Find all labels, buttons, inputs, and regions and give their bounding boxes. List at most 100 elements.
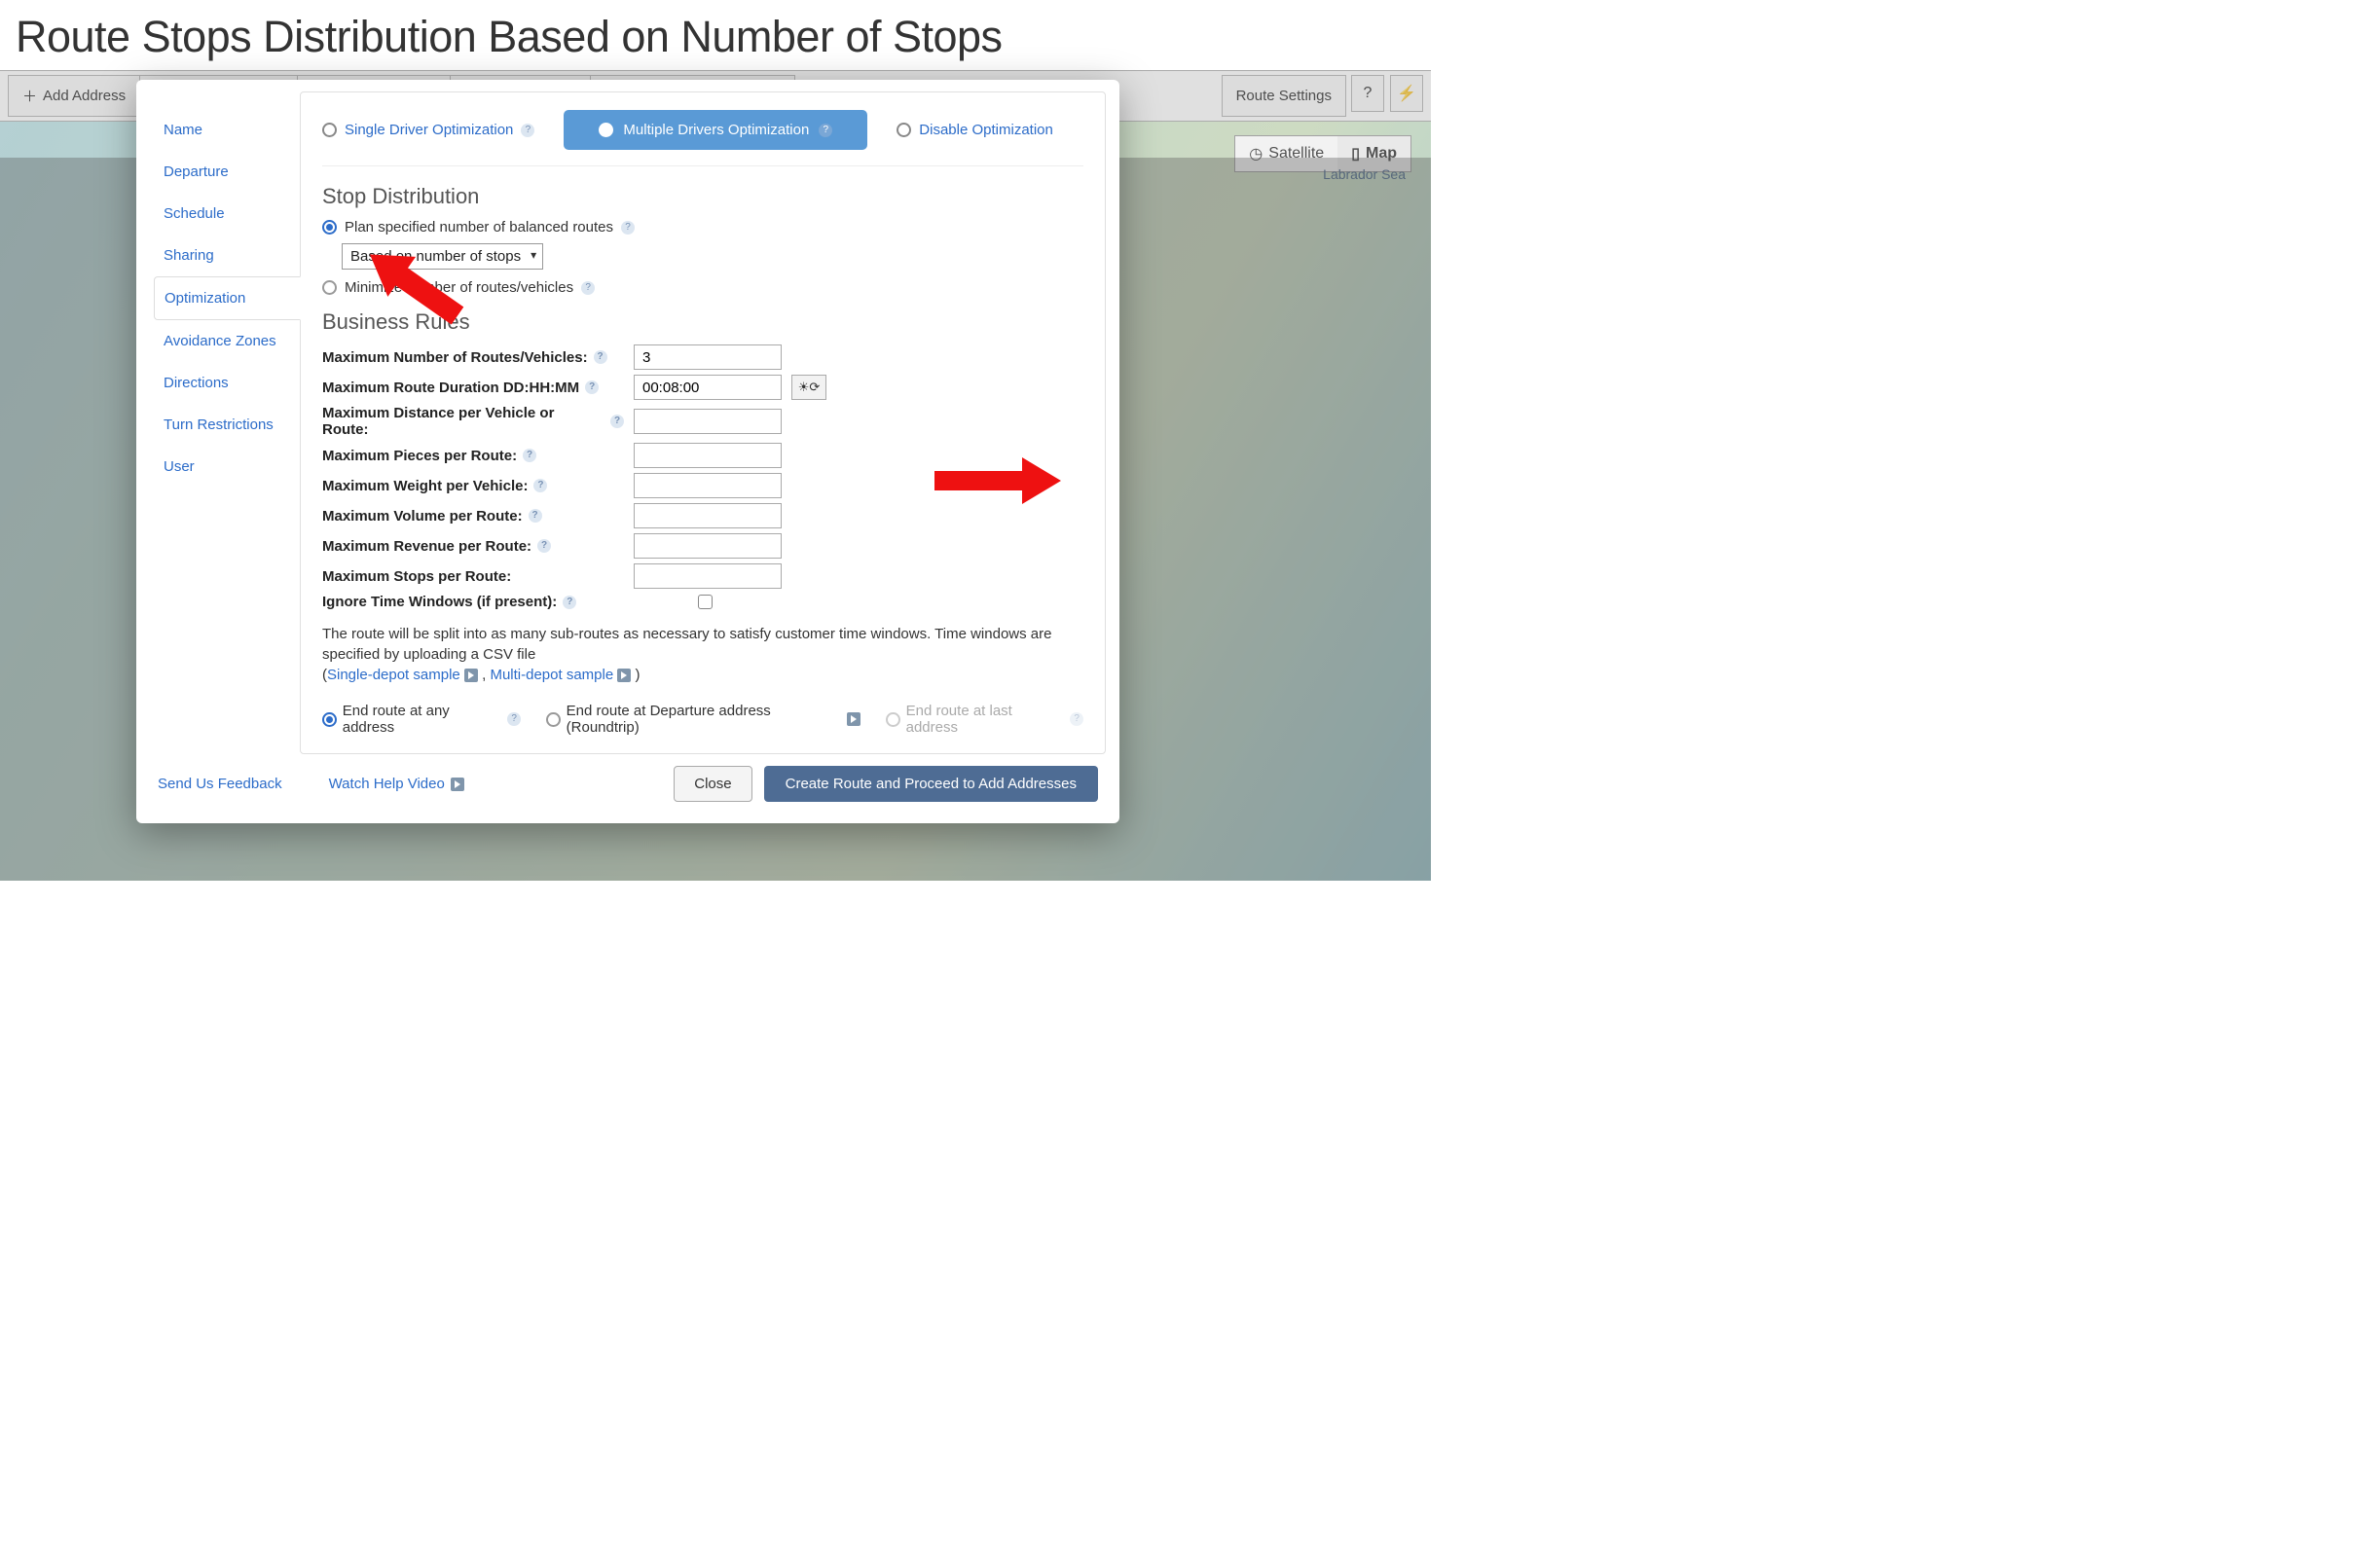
- business-rule-input-3[interactable]: [634, 443, 782, 468]
- business-rule-row: Maximum Revenue per Route:?: [322, 533, 1083, 559]
- close-button[interactable]: Close: [674, 766, 751, 802]
- day-night-toggle-icon: ☀⟳: [798, 380, 821, 395]
- disable-optimization-option[interactable]: Disable Optimization: [897, 122, 1053, 138]
- stop-distribution-heading: Stop Distribution: [322, 184, 1083, 209]
- play-icon: [451, 778, 464, 791]
- sidebar-item-name[interactable]: Name: [154, 109, 300, 151]
- business-rule-input-1[interactable]: [634, 375, 782, 400]
- business-rule-row: Maximum Weight per Vehicle:?: [322, 473, 1083, 498]
- send-feedback-link[interactable]: Send Us Feedback: [158, 776, 282, 792]
- business-rule-label: Maximum Distance per Vehicle or Route:?: [322, 405, 624, 438]
- radio-icon: [886, 712, 900, 727]
- help-icon[interactable]: ?: [610, 415, 624, 428]
- business-rule-label: Maximum Stops per Route:: [322, 568, 624, 585]
- end-route-any-label: End route at any address: [343, 703, 502, 736]
- route-settings-button[interactable]: Route Settings: [1222, 75, 1346, 117]
- sidebar-item-turn-restrictions[interactable]: Turn Restrictions: [154, 404, 300, 446]
- business-rule-input-4[interactable]: [634, 473, 782, 498]
- business-rule-row: Maximum Number of Routes/Vehicles:?: [322, 344, 1083, 370]
- multi-driver-option[interactable]: Multiple Drivers Optimization ?: [564, 110, 867, 150]
- business-rule-label: Maximum Pieces per Route:?: [322, 448, 624, 464]
- basis-select[interactable]: Based on number of stops: [342, 243, 543, 270]
- help-icon[interactable]: ?: [621, 221, 635, 235]
- add-address-button[interactable]: ＋ Add Address: [8, 75, 140, 117]
- bolt-button[interactable]: ⚡: [1390, 75, 1423, 112]
- play-icon[interactable]: [464, 669, 478, 682]
- satellite-label: Satellite: [1268, 145, 1324, 163]
- help-button[interactable]: ?: [1351, 75, 1384, 112]
- play-icon[interactable]: [847, 712, 860, 726]
- sea-label: Labrador Sea: [1323, 166, 1406, 182]
- help-icon[interactable]: ?: [533, 479, 547, 492]
- business-rule-label: Maximum Revenue per Route:?: [322, 538, 624, 555]
- minimize-routes-label: Minimize number of routes/vehicles: [345, 279, 573, 296]
- radio-icon: [897, 123, 911, 137]
- help-icon[interactable]: ?: [521, 124, 534, 137]
- sidebar-item-user[interactable]: User: [154, 446, 300, 488]
- business-rule-input-2[interactable]: [634, 409, 782, 434]
- sidebar-item-optimization[interactable]: Optimization: [154, 276, 301, 320]
- help-icon[interactable]: ?: [581, 281, 595, 295]
- end-route-departure-label: End route at Departure address (Roundtri…: [567, 703, 842, 736]
- create-route-button[interactable]: Create Route and Proceed to Add Addresse…: [764, 766, 1098, 802]
- modal-footer: Send Us Feedback Watch Help Video Close …: [136, 754, 1119, 823]
- sidebar-item-sharing[interactable]: Sharing: [154, 235, 300, 276]
- business-rule-row: Ignore Time Windows (if present):?: [322, 594, 1083, 610]
- business-rule-input-6[interactable]: [634, 533, 782, 559]
- help-icon[interactable]: ?: [523, 449, 536, 462]
- plan-balanced-routes-radio[interactable]: Plan specified number of balanced routes…: [322, 219, 1083, 235]
- time-windows-description: The route will be split into as many sub…: [322, 624, 1083, 685]
- business-rule-row: Maximum Distance per Vehicle or Route:?: [322, 405, 1083, 438]
- help-icon[interactable]: ?: [563, 596, 576, 609]
- play-icon[interactable]: [617, 669, 631, 682]
- plus-icon: ＋: [22, 86, 37, 106]
- single-driver-option[interactable]: Single Driver Optimization ?: [322, 122, 534, 138]
- sidebar-item-departure[interactable]: Departure: [154, 151, 300, 193]
- disable-optimization-label: Disable Optimization: [919, 122, 1053, 138]
- page-title: Route Stops Distribution Based on Number…: [0, 0, 1431, 70]
- duration-mode-button[interactable]: ☀⟳: [791, 375, 826, 400]
- map-icon: ▯: [1351, 144, 1360, 163]
- end-route-departure-radio[interactable]: End route at Departure address (Roundtri…: [546, 703, 860, 736]
- help-icon[interactable]: ?: [529, 509, 542, 523]
- route-settings-modal: Name Departure Schedule Sharing Optimiza…: [136, 80, 1119, 823]
- help-icon[interactable]: ?: [594, 350, 607, 364]
- business-rule-row: Maximum Route Duration DD:HH:MM?☀⟳: [322, 375, 1083, 400]
- bolt-icon: ⚡: [1397, 84, 1416, 103]
- help-circle-icon: ?: [1364, 85, 1373, 102]
- basis-select-value: Based on number of stops: [350, 248, 521, 265]
- sidebar-item-avoidance-zones[interactable]: Avoidance Zones: [154, 320, 300, 362]
- satellite-icon: ◷: [1249, 144, 1263, 163]
- business-rules-heading: Business Rules: [322, 309, 1083, 335]
- optimization-mode-row: Single Driver Optimization ? Multiple Dr…: [322, 110, 1083, 166]
- watch-help-video-link[interactable]: Watch Help Video: [329, 776, 464, 792]
- comma: ,: [482, 667, 486, 683]
- radio-icon: [322, 220, 337, 235]
- help-icon[interactable]: ?: [585, 380, 599, 394]
- end-route-options: End route at any address ? End route at …: [322, 703, 1083, 736]
- watch-help-video-label: Watch Help Video: [329, 776, 445, 792]
- single-depot-sample-link[interactable]: Single-depot sample: [327, 667, 460, 683]
- minimize-routes-radio[interactable]: Minimize number of routes/vehicles ?: [322, 279, 1083, 296]
- business-rule-label: Maximum Number of Routes/Vehicles:?: [322, 349, 624, 366]
- sidebar-item-directions[interactable]: Directions: [154, 362, 300, 404]
- business-rule-row: Maximum Pieces per Route:?: [322, 443, 1083, 468]
- plan-balanced-label: Plan specified number of balanced routes: [345, 219, 613, 235]
- business-rule-label: Maximum Weight per Vehicle:?: [322, 478, 624, 494]
- help-icon[interactable]: ?: [507, 712, 521, 726]
- business-rule-input-0[interactable]: [634, 344, 782, 370]
- end-route-last-radio: End route at last address ?: [886, 703, 1083, 736]
- help-icon[interactable]: ?: [537, 539, 551, 553]
- radio-icon: [322, 712, 337, 727]
- end-route-any-radio[interactable]: End route at any address ?: [322, 703, 521, 736]
- business-rule-input-5[interactable]: [634, 503, 782, 528]
- radio-icon: [322, 280, 337, 295]
- route-settings-label: Route Settings: [1236, 88, 1332, 104]
- map-label: Map: [1366, 145, 1397, 163]
- multi-depot-sample-link[interactable]: Multi-depot sample: [490, 667, 613, 683]
- ignore-time-windows-checkbox[interactable]: [698, 595, 713, 609]
- business-rule-input-7[interactable]: [634, 563, 782, 589]
- help-icon[interactable]: ?: [819, 124, 832, 137]
- help-icon: ?: [1070, 712, 1083, 726]
- sidebar-item-schedule[interactable]: Schedule: [154, 193, 300, 235]
